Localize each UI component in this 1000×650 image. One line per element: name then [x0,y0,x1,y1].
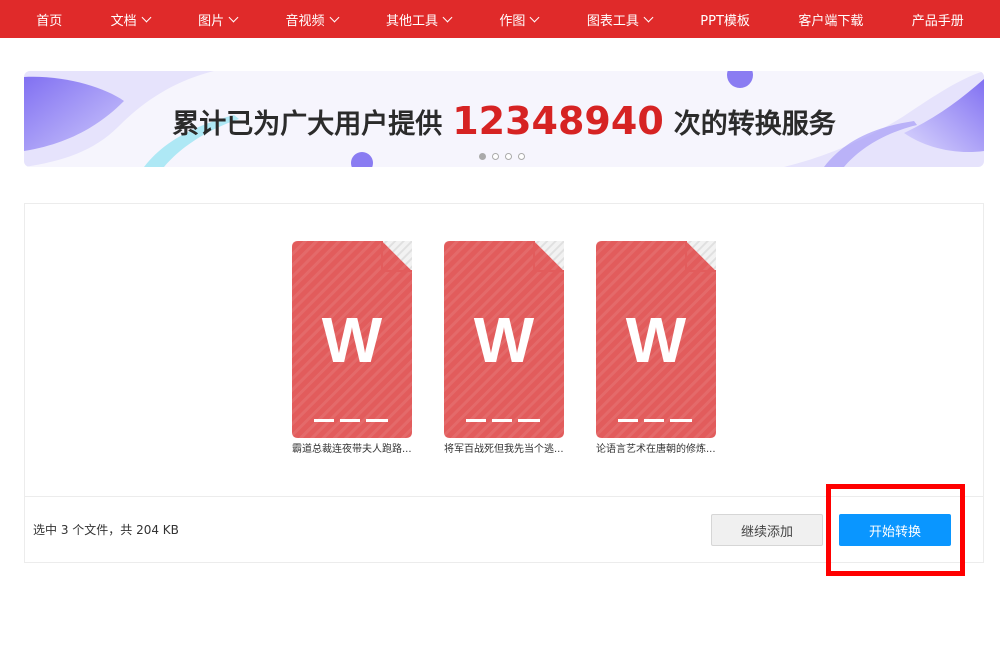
file-type-letter: W [473,304,535,376]
file-name: 霸道总裁连夜带夫人跑路... [292,444,412,455]
chevron-down-icon [643,12,654,22]
file-type-letter: W [321,304,383,376]
carousel-dot[interactable] [492,153,499,160]
file-name: 论语言艺术在唐朝的修炼... [596,444,716,455]
nav-item-home[interactable]: 首页 [36,10,62,29]
chevron-down-icon [141,12,152,22]
nav-label: 图表工具 [586,13,639,29]
nav-item-client-download[interactable]: 客户端下载 [798,10,863,29]
file-item[interactable]: W 论语言艺术在唐朝的修炼... [596,241,716,455]
promo-banner[interactable]: 累计已为广大用户提供 12348940 次的转换服务 [24,71,984,167]
nav-item-drawing[interactable]: 作图 [499,10,540,29]
nav-item-chart-tools[interactable]: 图表工具 [586,10,654,29]
add-more-button[interactable]: 继续添加 [711,514,823,546]
nav-label: 音视频 [285,13,325,29]
nav-item-other-tools[interactable]: 其他工具 [385,10,453,29]
nav-label: 图片 [198,13,225,29]
file-item[interactable]: W 将军百战死但我先当个逃... [444,241,564,455]
banner-prefix: 累计已为广大用户提供 [172,108,443,140]
nav-item-manual[interactable]: 产品手册 [912,10,964,29]
banner-suffix: 次的转换服务 [673,108,836,140]
nav-label: 产品手册 [911,13,964,29]
nav-label: 文档 [110,13,137,29]
top-nav: 首页 文档 图片 音视频 其他工具 作图 图表工具 PPT模板 客户端下载 产品… [0,0,1000,38]
chevron-down-icon [529,12,540,22]
nav-item-ppt-templates[interactable]: PPT模板 [700,10,750,29]
banner-count: 12348940 [452,99,664,143]
nav-label: 作图 [499,13,526,29]
carousel-dots [479,153,525,160]
nav-item-images[interactable]: 图片 [198,10,239,29]
chevron-down-icon [228,12,239,22]
file-item[interactable]: W 霸道总裁连夜带夫人跑路... [292,241,412,455]
chevron-down-icon [442,12,453,22]
file-list: W 霸道总裁连夜带夫人跑路... W 将军百战死但我先当个逃... W 论语言艺… [292,241,716,455]
word-file-icon: W [292,241,412,438]
file-type-letter: W [625,304,687,376]
nav-item-documents[interactable]: 文档 [110,10,152,29]
nav-item-av[interactable]: 音视频 [285,10,339,29]
chevron-down-icon [329,12,339,22]
carousel-dot[interactable] [518,153,525,160]
word-file-icon: W [444,241,564,438]
nav-label: PPT模板 [700,13,750,29]
nav-label: 其他工具 [385,13,438,29]
carousel-dot[interactable] [505,153,512,160]
word-file-icon: W [596,241,716,438]
carousel-dot[interactable] [479,153,486,160]
highlight-box [826,484,965,576]
file-name: 将军百战死但我先当个逃... [444,444,564,455]
nav-label: 客户端下载 [798,13,864,29]
selection-summary: 选中 3 个文件，共 204 KB [33,523,179,537]
nav-label: 首页 [36,13,63,29]
